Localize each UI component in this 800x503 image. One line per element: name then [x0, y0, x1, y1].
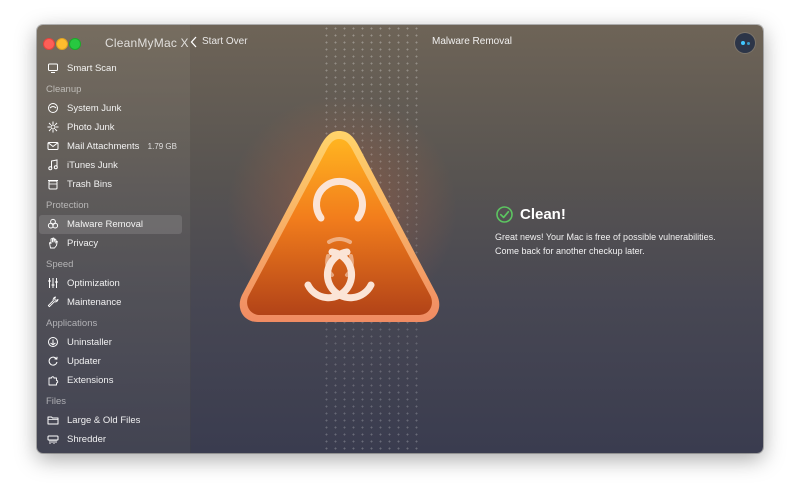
sidebar-item-label: Privacy — [67, 238, 99, 249]
result-title: Clean! — [520, 206, 566, 223]
sidebar-item-label: Updater — [67, 356, 101, 367]
folder-icon — [47, 416, 59, 425]
app-window: CleanMyMac X Smart Scan Cleanup System J… — [37, 25, 763, 453]
sidebar-item-label: System Junk — [67, 103, 122, 114]
sidebar-item-label: Optimization — [67, 278, 120, 289]
sidebar-item-label: Large & Old Files — [67, 415, 141, 426]
sidebar-item-system-junk[interactable]: System Junk — [37, 99, 190, 118]
sidebar-item-itunes-junk[interactable]: iTunes Junk — [37, 156, 190, 175]
view-title: Malware Removal — [431, 36, 513, 47]
mail-attachments-size: 1.79 GB — [147, 142, 177, 151]
mail-icon — [47, 142, 59, 150]
app-title: CleanMyMac X — [105, 36, 189, 50]
sidebar-item-label: Malware Removal — [67, 219, 144, 230]
scan-result: Clean! Great news! Your Mac is free of p… — [495, 205, 745, 258]
sidebar-item-maintenance[interactable]: Maintenance — [37, 293, 190, 312]
sidebar-item-mail-attachments[interactable]: Mail Attachments 1.79 GB — [37, 137, 190, 156]
section-cleanup: Cleanup — [46, 84, 82, 95]
result-message-line-1: Great news! Your Mac is free of possible… — [495, 232, 716, 242]
sidebar-item-label: Shredder — [67, 434, 107, 445]
sidebar-item-label: Mail Attachments — [67, 141, 140, 152]
zoom-window-button[interactable] — [69, 38, 81, 50]
sidebar-item-uninstaller[interactable]: Uninstaller — [37, 333, 190, 352]
sidebar-item-trash-bins[interactable]: Trash Bins — [37, 175, 190, 194]
sidebar-item-smart-scan[interactable]: Smart Scan — [37, 59, 190, 78]
sidebar-item-updater[interactable]: Updater — [37, 352, 190, 371]
check-circle-icon — [496, 206, 513, 223]
sidebar-list: Smart Scan Cleanup System Junk Photo Jun… — [37, 59, 190, 449]
start-over-label: Start Over — [202, 36, 248, 47]
section-protection: Protection — [46, 200, 89, 211]
sliders-icon — [48, 278, 58, 288]
sidebar-item-label: Uninstaller — [67, 337, 112, 348]
sidebar-item-malware-removal[interactable]: Malware Removal — [39, 215, 182, 234]
hand-icon — [49, 237, 58, 249]
sidebar-item-photo-junk[interactable]: Photo Junk — [37, 118, 190, 137]
sidebar-item-privacy[interactable]: Privacy — [37, 234, 190, 253]
system-junk-icon — [48, 103, 58, 113]
sidebar: CleanMyMac X Smart Scan Cleanup System J… — [37, 25, 191, 453]
biohazard-icon — [47, 218, 59, 229]
sidebar-item-optimization[interactable]: Optimization — [37, 274, 190, 293]
trash-icon — [48, 180, 58, 190]
updater-icon — [48, 356, 58, 366]
sidebar-item-label: Extensions — [67, 375, 114, 386]
section-applications: Applications — [46, 318, 98, 329]
sidebar-item-label: Smart Scan — [67, 63, 117, 74]
result-message: Great news! Your Mac is free of possible… — [495, 230, 745, 258]
photo-junk-icon — [47, 121, 59, 133]
sidebar-item-label: iTunes Junk — [67, 160, 118, 171]
wrench-icon — [47, 296, 59, 308]
sidebar-item-label: Photo Junk — [67, 122, 115, 133]
minimize-window-button[interactable] — [56, 38, 68, 50]
sidebar-item-label: Trash Bins — [67, 179, 113, 190]
extensions-icon — [48, 376, 59, 386]
sidebar-item-label: Maintenance — [67, 297, 122, 308]
sidebar-item-shredder[interactable]: Shredder — [37, 430, 190, 449]
shredder-icon — [47, 435, 59, 444]
result-header: Clean! — [495, 205, 745, 227]
close-window-button[interactable] — [43, 38, 55, 50]
sidebar-item-large-old-files[interactable]: Large & Old Files — [37, 411, 190, 430]
uninstaller-icon — [48, 337, 58, 347]
start-over-button[interactable]: Start Over — [189, 35, 248, 49]
assistant-button[interactable] — [735, 33, 755, 53]
sidebar-item-extensions[interactable]: Extensions — [37, 371, 190, 390]
chevron-left-icon — [190, 36, 197, 48]
section-files: Files — [46, 396, 67, 407]
section-speed: Speed — [46, 259, 74, 270]
smart-scan-icon — [48, 63, 58, 73]
music-note-icon — [48, 159, 58, 171]
biohazard-warning-icon — [239, 131, 440, 322]
result-message-line-2: Come back for another checkup later. — [495, 246, 645, 256]
